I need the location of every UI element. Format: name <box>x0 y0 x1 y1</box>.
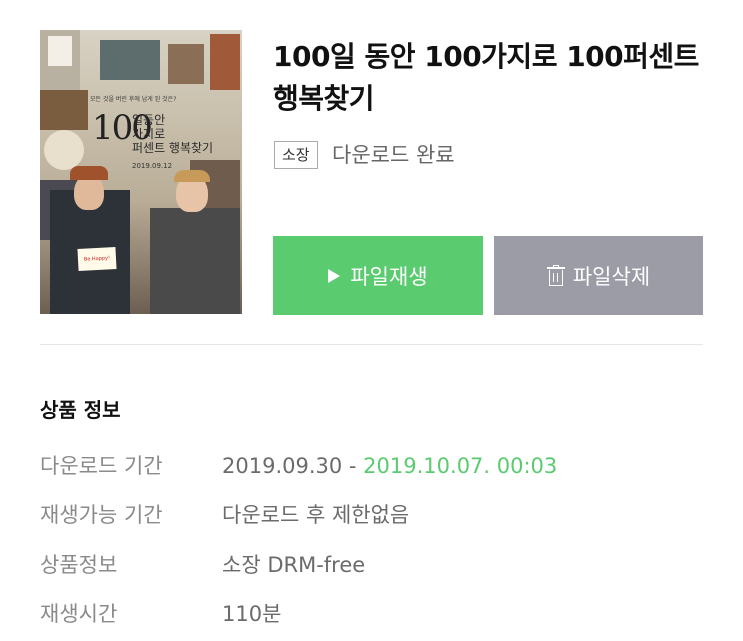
info-value: 110분 <box>222 602 282 626</box>
poster-sign: Be Happy! <box>77 247 117 271</box>
divider <box>40 344 703 345</box>
play-icon <box>328 268 341 283</box>
info-value: 2019.09.30 - 2019.10.07. 00:03 <box>222 454 558 478</box>
download-expiry: 2019.10.07. 00:03 <box>363 454 558 478</box>
poster-tagline: 모든 것을 버린 후에 남게 된 것은? <box>90 96 177 103</box>
info-value: 소장 DRM-free <box>222 553 366 577</box>
poster-date: 2019.09.12 <box>132 162 173 170</box>
info-label: 재생시간 <box>40 602 118 626</box>
poster-title: 일동안 가지로 퍼센트 행복찾기 <box>132 113 214 155</box>
info-value: 다운로드 후 제한없음 <box>222 503 410 527</box>
movie-poster: 모든 것을 버린 후에 남게 된 것은? 100 일동안 가지로 퍼센트 행복찾… <box>40 30 242 314</box>
info-label: 다운로드 기간 <box>40 454 163 478</box>
product-title: 100일 동안 100가지로 100퍼센트 행복찾기 <box>273 40 699 115</box>
section-title: 상품 정보 <box>40 398 121 422</box>
ownership-badge: 소장 <box>274 141 318 169</box>
delete-file-button[interactable]: 파일삭제 <box>494 236 703 315</box>
download-status: 다운로드 완료 <box>332 143 455 167</box>
play-file-label: 파일재생 <box>350 264 428 289</box>
info-label: 상품정보 <box>40 553 118 577</box>
trash-icon <box>546 264 565 287</box>
play-file-button[interactable]: 파일재생 <box>273 236 483 315</box>
delete-file-label: 파일삭제 <box>572 264 651 289</box>
info-label: 재생가능 기간 <box>40 503 163 527</box>
